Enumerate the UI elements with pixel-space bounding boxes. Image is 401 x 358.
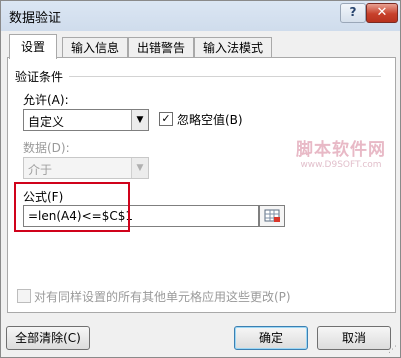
close-icon: ✕ — [376, 5, 388, 20]
chevron-down-icon[interactable]: ▼ — [131, 110, 148, 130]
close-button[interactable]: ✕ — [366, 3, 398, 23]
ok-button[interactable]: 确定 — [234, 326, 308, 350]
formula-highlight-box — [14, 182, 130, 232]
clear-all-button[interactable]: 全部清除(C) — [6, 326, 90, 350]
tab-error-alert[interactable]: 出错警告 — [128, 37, 194, 58]
ignore-blank-label[interactable]: 忽略空值(B) — [177, 111, 243, 128]
tab-ime-mode[interactable]: 输入法模式 — [194, 37, 272, 58]
watermark: 脚本软件网 www.D9SOFT.com — [287, 135, 395, 170]
apply-all-checkbox[interactable] — [17, 289, 31, 303]
range-select-icon — [264, 209, 280, 222]
help-icon: ? — [349, 5, 357, 19]
cancel-button[interactable]: 取消 — [317, 326, 391, 350]
chevron-down-icon[interactable]: ▼ — [131, 158, 148, 178]
watermark-title: 脚本软件网 — [296, 140, 386, 160]
data-select-value: 介于 — [28, 163, 53, 177]
title-bar[interactable]: 数据验证 ? ✕ — [1, 1, 400, 31]
validation-criteria-heading: 验证条件 — [15, 70, 64, 84]
tab-input-message[interactable]: 输入信息 — [62, 37, 128, 58]
window-title: 数据验证 — [9, 11, 62, 26]
help-button[interactable]: ? — [340, 3, 366, 23]
allow-label: 允许(A): — [23, 93, 69, 107]
watermark-url: www.D9SOFT.com — [300, 160, 382, 170]
check-icon: ✓ — [161, 112, 171, 125]
section-divider — [69, 76, 381, 77]
data-label: 数据(D): — [23, 141, 70, 155]
data-validation-dialog: 数据验证 ? ✕ 设置 输入信息 出错警告 输入法模式 验证条件 允许(A): … — [0, 0, 401, 358]
resize-grip-icon[interactable]: ⋰ — [388, 345, 398, 355]
data-select[interactable]: 介于 ▼ — [23, 157, 149, 179]
allow-select-value: 自定义 — [28, 115, 65, 129]
allow-select[interactable]: 自定义 ▼ — [23, 109, 149, 131]
apply-all-label: 对有同样设置的所有其他单元格应用这些更改(P) — [34, 290, 291, 304]
tab-settings[interactable]: 设置 — [9, 34, 57, 59]
ignore-blank-checkbox[interactable]: ✓ — [159, 112, 173, 126]
range-select-button[interactable] — [259, 205, 285, 227]
